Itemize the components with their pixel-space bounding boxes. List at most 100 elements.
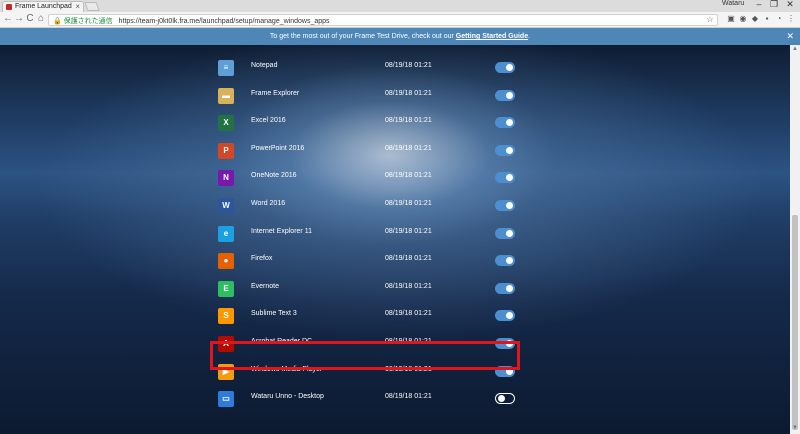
- close-window-icon[interactable]: ✕: [783, 0, 797, 10]
- scroll-thumb[interactable]: [792, 215, 798, 430]
- star-icon[interactable]: ☆: [705, 15, 715, 24]
- app-name: Sublime Text 3: [251, 310, 297, 318]
- address-bar: ← → C ⌂ 🔒 保護された通信 https://team-j0kt0lk.f…: [0, 12, 800, 28]
- app-toggle[interactable]: [495, 227, 515, 239]
- app-date: 08/19/18 01:21: [385, 310, 432, 318]
- menu-icon[interactable]: ⋮: [786, 14, 796, 23]
- app-date: 08/19/18 01:21: [385, 89, 432, 97]
- info-banner: To get the most out of your Frame Test D…: [0, 28, 800, 45]
- app-name: Frame Explorer: [251, 89, 300, 97]
- app-toggle[interactable]: [495, 200, 515, 211]
- page-scrollbar[interactable]: ▲ ▼: [790, 45, 800, 434]
- powerpoint-icon: P: [218, 142, 234, 159]
- app-row: ▬ Frame Explorer 08/19/18 01:21: [210, 82, 520, 110]
- toggle-knob: [506, 91, 513, 99]
- app-date: 08/19/18 01:21: [385, 172, 432, 180]
- home-icon[interactable]: ⌂: [36, 13, 46, 24]
- scroll-up-icon[interactable]: ▲: [790, 46, 800, 52]
- tab-close-icon[interactable]: ×: [75, 2, 80, 11]
- puzzle-icon[interactable]: ◆: [750, 14, 760, 23]
- evernote-icon: E: [218, 280, 234, 297]
- app-toggle[interactable]: [495, 255, 515, 267]
- highlight-box: [210, 341, 520, 370]
- app-name: Word 2016: [251, 200, 286, 207]
- tab-title: Frame Launchpad: [15, 3, 72, 10]
- extension-icon[interactable]: ◉: [738, 14, 748, 23]
- reload-icon[interactable]: C: [25, 13, 35, 24]
- app-row: e Internet Explorer 11 08/19/18 01:21: [210, 220, 520, 248]
- app-name: OneNote 2016: [251, 172, 297, 180]
- app-toggle[interactable]: [495, 62, 515, 73]
- toggle-knob: [506, 229, 513, 237]
- app-date: 08/19/18 01:21: [385, 227, 432, 235]
- banner-text: To get the most out of your Frame Test D…: [269, 33, 456, 40]
- toggle-knob: [506, 284, 513, 292]
- app-date: 08/19/18 01:21: [385, 393, 432, 401]
- scroll-down-icon[interactable]: ▼: [790, 425, 800, 431]
- app-row: S Sublime Text 3 08/19/18 01:21: [210, 302, 520, 330]
- browser-tab[interactable]: Frame Launchpad ×: [2, 1, 84, 12]
- app-date: 08/19/18 01:21: [385, 255, 432, 263]
- app-toggle[interactable]: [495, 172, 515, 184]
- toggle-knob: [506, 202, 513, 209]
- app-toggle[interactable]: [495, 393, 515, 405]
- toggle-knob: [498, 395, 505, 403]
- toggle-knob: [506, 312, 513, 320]
- sublime-text-icon: S: [218, 308, 234, 325]
- onenote-icon: N: [218, 170, 234, 187]
- banner-close-icon[interactable]: ✕: [786, 28, 794, 45]
- back-icon[interactable]: ←: [3, 13, 13, 24]
- app-date: 08/19/18 01:21: [385, 117, 432, 125]
- banner-text-end: .: [528, 33, 531, 40]
- word-icon: W: [218, 198, 234, 214]
- minimize-icon[interactable]: –: [752, 0, 766, 9]
- translate-icon[interactable]: ▣: [726, 14, 736, 23]
- toggle-knob: [506, 119, 513, 127]
- rss-icon[interactable]: ◔: [774, 14, 784, 23]
- app-row: ● Firefox 08/19/18 01:21: [210, 247, 520, 275]
- maximize-icon[interactable]: ❐: [767, 0, 781, 10]
- app-toggle[interactable]: [495, 310, 515, 322]
- app-toggle[interactable]: [495, 282, 515, 294]
- app-name: Notepad: [251, 62, 278, 69]
- profile-name[interactable]: Wataru: [722, 0, 744, 7]
- notepad-icon: ≡: [218, 60, 234, 76]
- toggle-knob: [506, 257, 513, 265]
- app-toggle[interactable]: [495, 117, 515, 129]
- app-name: Evernote: [251, 282, 280, 290]
- internet-explorer-icon: e: [218, 225, 234, 242]
- toggle-knob: [506, 146, 513, 154]
- app-date: 08/19/18 01:21: [385, 144, 432, 152]
- app-date: 08/19/18 01:21: [385, 200, 432, 207]
- new-tab-button[interactable]: [84, 2, 100, 11]
- app-date: 08/19/18 01:21: [385, 282, 432, 290]
- app-name: Wataru Unno - Desktop: [251, 393, 324, 401]
- app-name: PowerPoint 2016: [251, 144, 305, 152]
- app-name: Firefox: [251, 255, 273, 263]
- url-input[interactable]: 🔒 保護された通信 https://team-j0kt0lk.fra.me/la…: [48, 14, 718, 26]
- getting-started-link[interactable]: Getting Started Guide: [456, 33, 528, 40]
- firefox-icon: ●: [218, 253, 234, 270]
- app-row: W Word 2016 08/19/18 01:21: [210, 192, 520, 220]
- toggle-knob: [506, 64, 513, 71]
- desktop-icon: ▭: [218, 391, 234, 408]
- folder-icon: ▬: [218, 87, 234, 104]
- app-row: ▭ Wataru Unno - Desktop 08/19/18 01:21: [210, 385, 520, 413]
- app-toggle[interactable]: [495, 89, 515, 101]
- app-row: X Excel 2016 08/19/18 01:21: [210, 109, 520, 137]
- app-name: Excel 2016: [251, 117, 286, 125]
- frame-favicon-icon: [6, 4, 12, 10]
- secure-label: 保護された通信: [63, 18, 113, 25]
- forward-icon[interactable]: →: [14, 13, 24, 24]
- app-row: P PowerPoint 2016 08/19/18 01:21: [210, 137, 520, 165]
- app-toggle[interactable]: [495, 144, 515, 156]
- camera-icon[interactable]: ▪: [762, 14, 772, 23]
- app-date: 08/19/18 01:21: [385, 62, 432, 69]
- app-row: N OneNote 2016 08/19/18 01:21: [210, 164, 520, 192]
- excel-icon: X: [218, 115, 234, 132]
- app-row: ≡ Notepad 08/19/18 01:21: [210, 54, 520, 82]
- app-name: Internet Explorer 11: [251, 227, 312, 235]
- toggle-knob: [506, 174, 513, 182]
- app-row: E Evernote 08/19/18 01:21: [210, 275, 520, 303]
- title-bar: Frame Launchpad × Wataru – ❐ ✕: [0, 0, 800, 12]
